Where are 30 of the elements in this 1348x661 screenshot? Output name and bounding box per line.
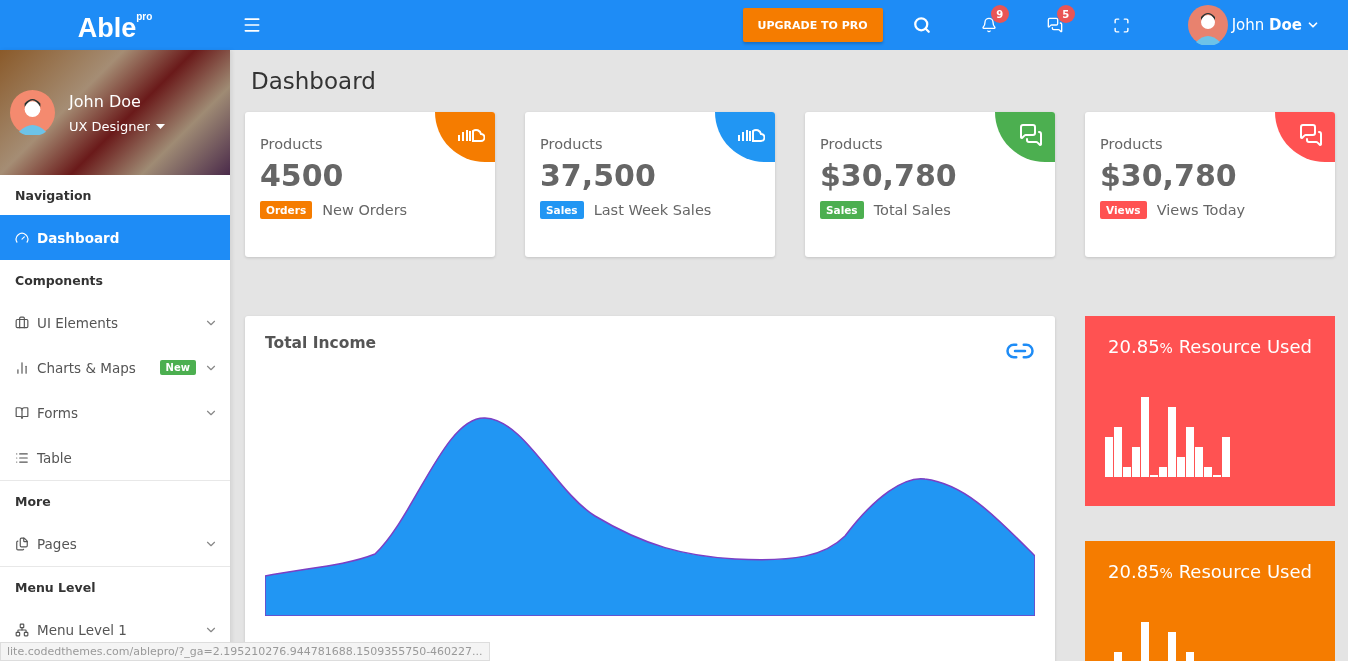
nav-section-heading: More (14, 492, 52, 511)
logo-superscript: pro (136, 10, 153, 22)
card-value: $30,780 (1100, 158, 1238, 193)
card-value: $30,780 (820, 158, 958, 193)
card-tag: Sales (540, 201, 584, 219)
card-caption: Total Sales (873, 202, 951, 218)
card-tag: Sales (820, 201, 864, 219)
card-title: Products (540, 136, 604, 152)
card-value: 4500 (260, 158, 345, 193)
card-title: Total Income (265, 334, 377, 354)
card-title: Products (820, 136, 884, 152)
resource-title: 20.85% Resource Used (1107, 336, 1313, 357)
card-caption: Views Today (1156, 202, 1246, 218)
card-value: 37,500 (540, 158, 657, 193)
card-title: Products (1100, 136, 1164, 152)
message-count: 5 (1056, 5, 1075, 23)
new-badge: New (159, 360, 196, 375)
card-tag: Orders (260, 201, 313, 219)
profile-name: John Doe (69, 91, 142, 111)
notification-count: 9 (990, 5, 1009, 23)
card-caption: Last Week Sales (593, 202, 712, 218)
status-url-tooltip: lite.codedthemes.com/ablepro/?_ga=2.195210276.944781688.1509355750-460227... (0, 642, 490, 661)
nav-section-heading: Navigation (14, 186, 93, 205)
resource-title: 20.85% Resource Used (1107, 561, 1313, 582)
card-title: Products (260, 136, 324, 152)
card-tag: Views (1100, 201, 1147, 219)
nav-section-heading: Components (14, 271, 104, 290)
card-caption: New Orders (322, 202, 408, 218)
page-title: Dashboard (251, 68, 377, 94)
nav-section-heading: Menu Level (14, 578, 97, 597)
